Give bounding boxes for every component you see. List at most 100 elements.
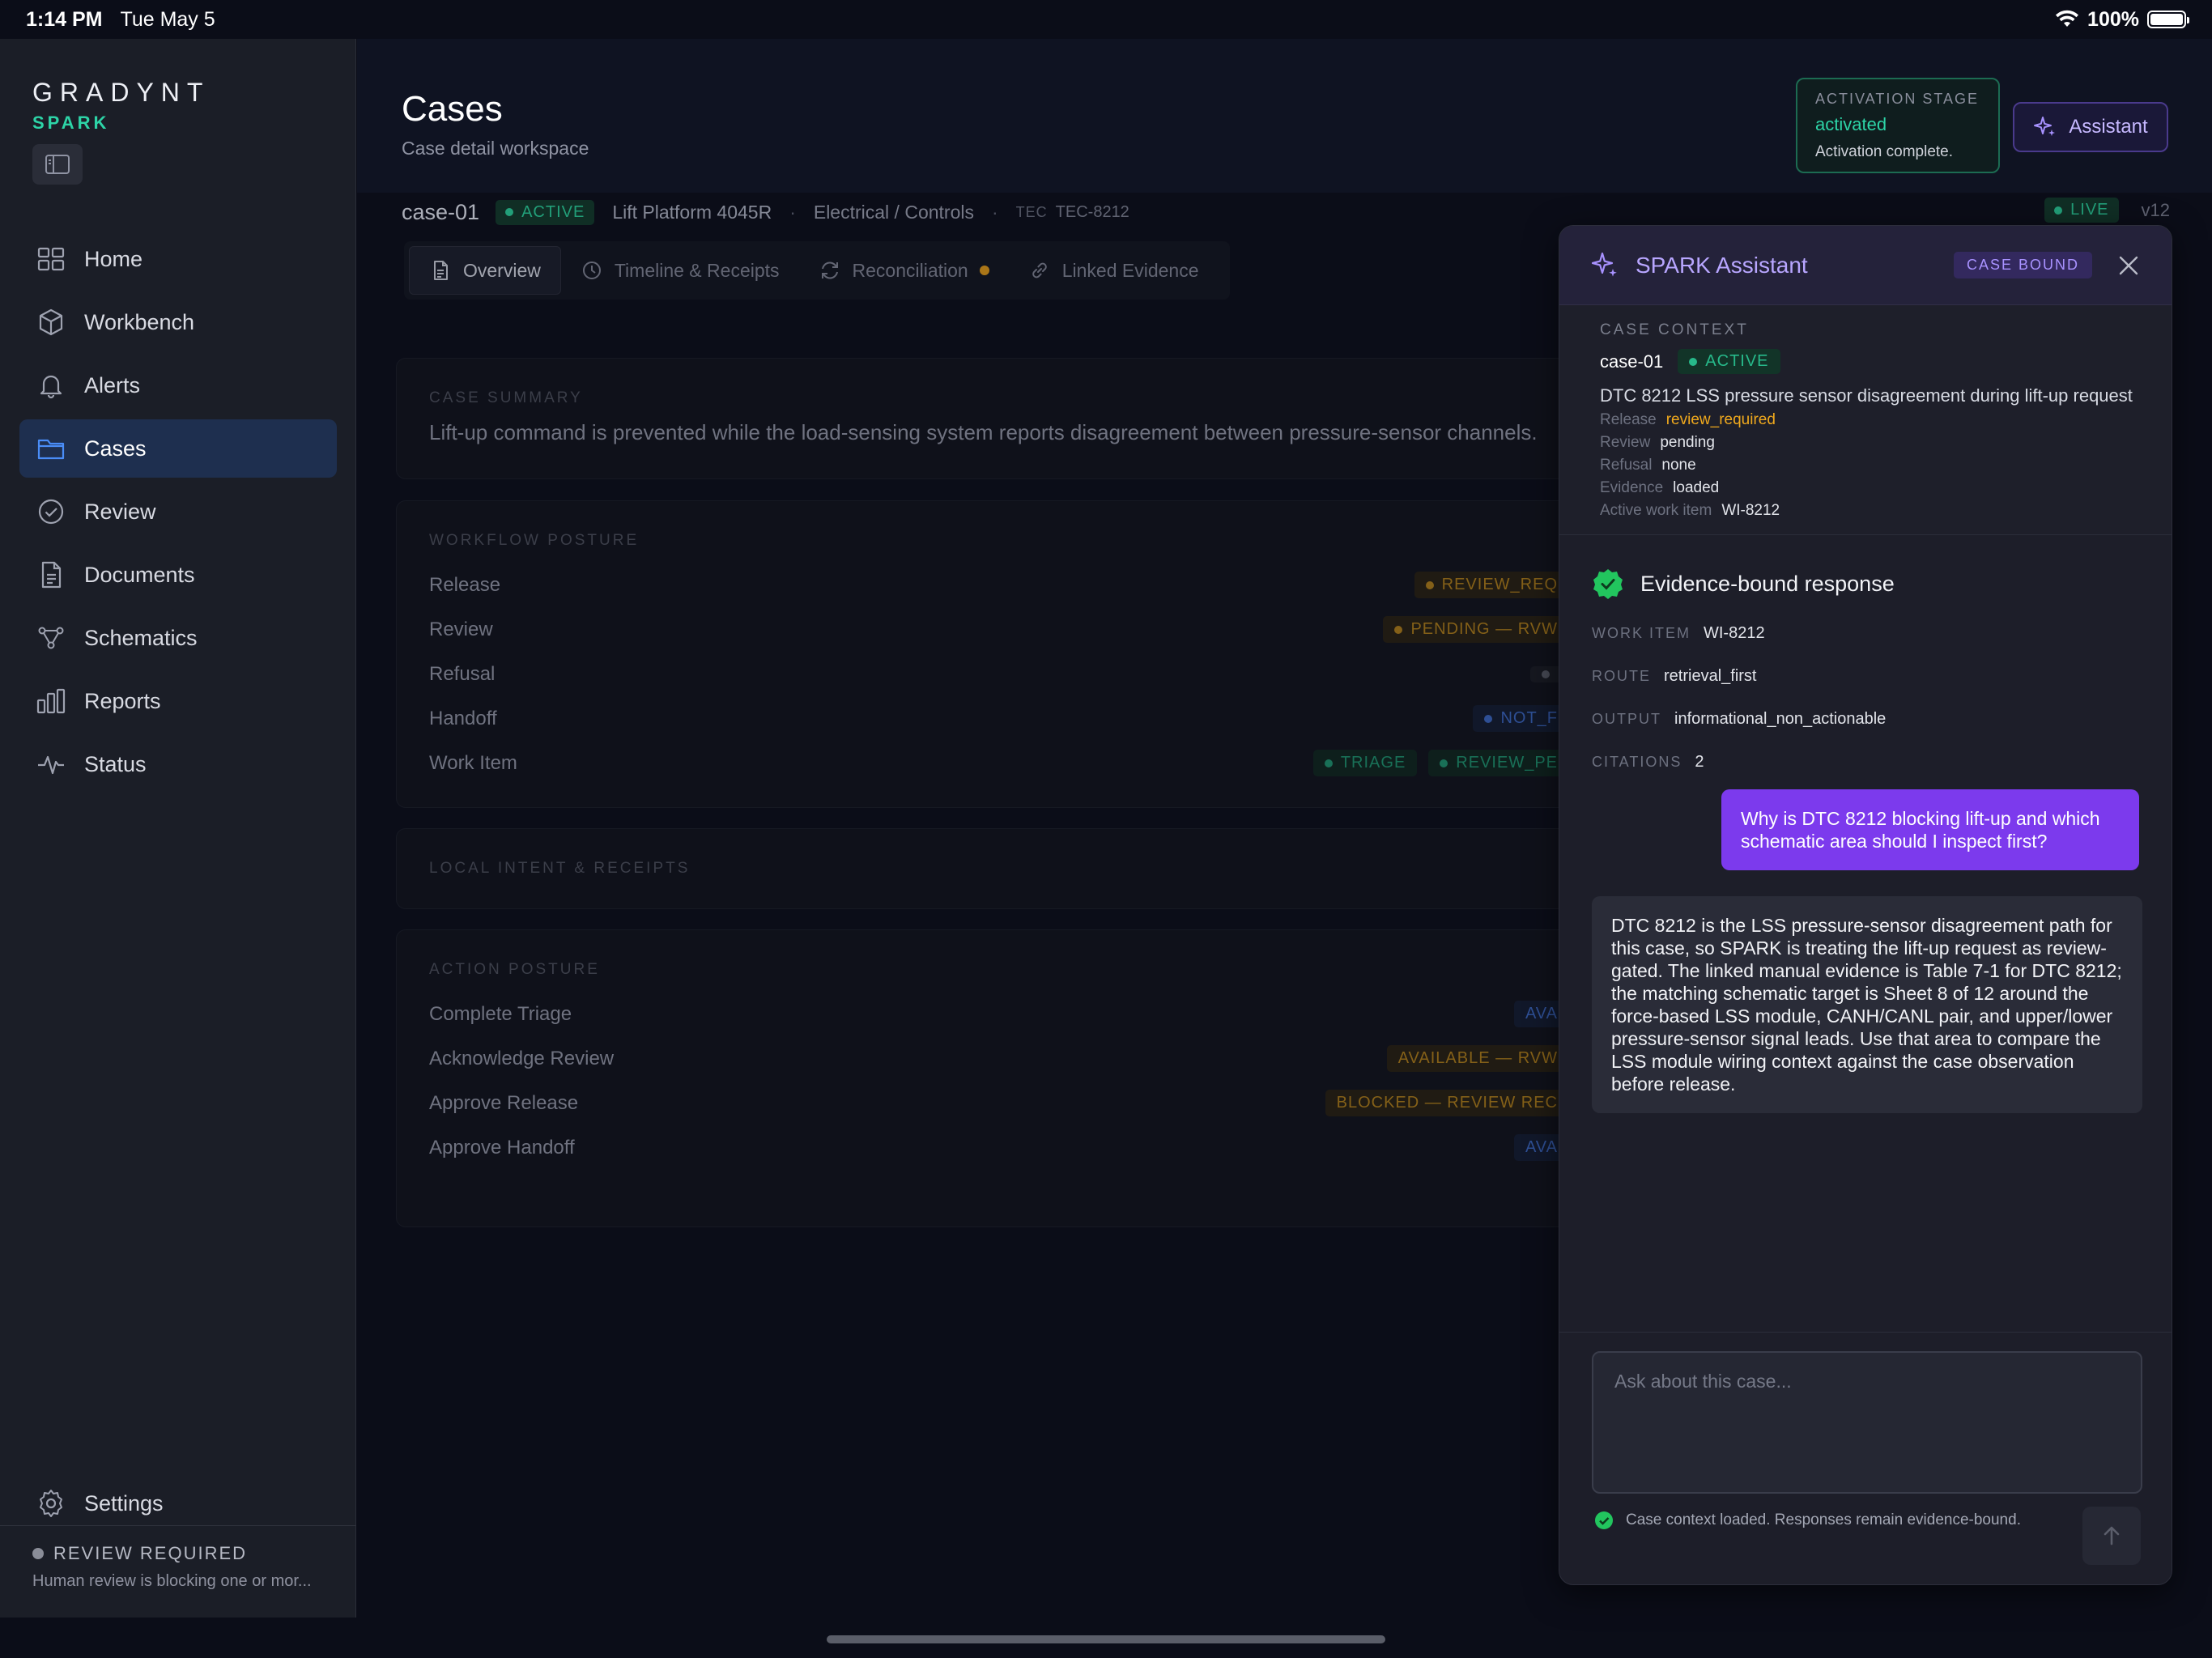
sidebar-item-reports[interactable]: Reports: [19, 672, 337, 730]
document-icon: [41, 561, 62, 589]
brand-product: SPARK: [32, 113, 110, 133]
field-value: review_required: [1665, 411, 1776, 428]
sidebar-item-workbench[interactable]: Workbench: [19, 293, 337, 351]
response-meta-citations: CITATIONS 2: [1592, 753, 2139, 772]
activation-value: activated: [1815, 114, 1887, 134]
sidebar-item-label: Status: [84, 751, 147, 776]
sidebar-nav: Home Workbench Alerts Cases Review Docum…: [19, 230, 337, 798]
attention-dot: [979, 266, 989, 275]
bar-chart-icon: [36, 688, 66, 714]
workflow-row-release: Release REVIEW_REQ: [429, 563, 1569, 607]
meta-key: CITATIONS: [1592, 754, 1682, 770]
context-case-id: case-01: [1600, 351, 1664, 372]
sidebar-item-alerts[interactable]: Alerts: [19, 356, 337, 414]
context-field-evidence: Evidence loaded: [1600, 479, 2131, 497]
meta-value: retrieval_first: [1664, 667, 1757, 685]
row-label: Complete Triage: [429, 1002, 572, 1025]
tab-reconciliation[interactable]: Reconciliation: [799, 246, 1009, 295]
activation-stage-card: ACTIVATION STAGE activated Activation co…: [1796, 78, 2000, 173]
triage-badge: TRIAGE: [1312, 750, 1418, 776]
workflow-row-handoff: Handoff NOT_F: [429, 696, 1569, 741]
status-date: Tue May 5: [120, 7, 215, 31]
sidebar-toggle-button[interactable]: [32, 144, 83, 185]
live-badge: LIVE: [2044, 198, 2119, 223]
sidebar-item-documents[interactable]: Documents: [19, 546, 337, 604]
badge-text: AVA: [1525, 1138, 1558, 1156]
send-button[interactable]: [2082, 1507, 2141, 1565]
battery-percent: 100%: [2087, 7, 2139, 31]
review-required-status[interactable]: REVIEW REQUIRED Human review is blocking…: [32, 1543, 332, 1591]
local-intent-card[interactable]: LOCAL INTENT & RECEIPTS: [396, 828, 1594, 909]
arrow-up-icon: [2104, 1526, 2120, 1545]
local-intent-caption: LOCAL INTENT & RECEIPTS: [429, 860, 691, 877]
home-indicator[interactable]: [827, 1635, 1385, 1643]
workflow-row-review: Review PENDING — RVW: [429, 607, 1569, 652]
badge-text: AVA: [1525, 1005, 1558, 1022]
brand-name: GRADYNT: [32, 78, 211, 107]
assistant-button[interactable]: Assistant: [2013, 102, 2168, 152]
response-meta-output: OUTPUT informational_non_actionable: [1592, 710, 2139, 729]
sidebar-item-schematics[interactable]: Schematics: [19, 609, 337, 667]
tab-label: Overview: [463, 259, 541, 281]
row-label: Approve Release: [429, 1091, 579, 1114]
sidebar-item-settings[interactable]: Settings: [36, 1488, 164, 1519]
row-label: Work Item: [429, 751, 517, 774]
sidebar-item-label: Workbench: [84, 309, 195, 334]
case-id: case-01: [402, 199, 480, 224]
case-asset: Lift Platform 4045R: [612, 201, 772, 223]
tab-label: Reconciliation: [852, 259, 968, 281]
bell-icon: [40, 375, 62, 399]
review-badge: PENDING — RVW: [1383, 616, 1569, 643]
case-context-caption: CASE CONTEXT: [1600, 321, 1749, 338]
case-status-badge: ACTIVE: [496, 199, 595, 225]
meta-key: OUTPUT: [1592, 711, 1661, 727]
close-icon[interactable]: [2116, 253, 2141, 278]
meta-key: WORK ITEM: [1592, 625, 1691, 641]
sparkle-icon: [2034, 117, 2056, 136]
sidebar-item-status[interactable]: Status: [19, 735, 337, 793]
document-icon: [434, 261, 448, 280]
page-subtitle: Case detail workspace: [402, 138, 589, 159]
tab-linked-evidence[interactable]: Linked Evidence: [1009, 246, 1219, 295]
context-loaded-note: Case context loaded. Responses remain ev…: [1593, 1510, 2021, 1531]
nodes-icon: [38, 627, 64, 649]
badge-text: AVAILABLE — RVW: [1397, 1049, 1558, 1067]
link-icon: [1032, 262, 1047, 278]
settings-label: Settings: [84, 1490, 164, 1516]
pulse-icon: [38, 755, 64, 775]
approve-release-badge: BLOCKED — REVIEW REC: [1325, 1090, 1569, 1116]
row-label: Review: [429, 618, 493, 640]
battery-icon: [2147, 11, 2189, 28]
separator-dot: ·: [789, 201, 796, 223]
wifi-icon: [2056, 10, 2079, 27]
brand-logo: GRADYNT SPARK: [32, 78, 210, 134]
sidebar-item-label: Documents: [84, 562, 195, 587]
sidebar-item-cases[interactable]: Cases: [19, 419, 337, 478]
case-summary-text: Lift-up command is prevented while the l…: [429, 420, 1538, 444]
tab-label: Linked Evidence: [1061, 259, 1199, 281]
live-indicator: LIVE v12: [2044, 198, 2170, 223]
tab-overview[interactable]: Overview: [409, 246, 561, 295]
context-field-review: Review pending: [1600, 434, 2131, 452]
sidebar-item-label: Cases: [84, 436, 147, 461]
activation-caption: ACTIVATION STAGE: [1815, 91, 1980, 107]
assistant-message: DTC 8212 is the LSS pressure-sensor disa…: [1592, 896, 2142, 1113]
cube-icon: [39, 308, 63, 336]
case-system: Electrical / Controls: [813, 201, 974, 223]
sidebar-item-home[interactable]: Home: [19, 230, 337, 288]
sidebar-item-review[interactable]: Review: [19, 483, 337, 541]
gear-icon: [40, 1490, 62, 1517]
row-label: Handoff: [429, 707, 497, 729]
sidebar-item-label: Schematics: [84, 625, 198, 650]
case-summary-card: CASE SUMMARY Lift-up command is prevente…: [396, 358, 1594, 479]
field-key: Review: [1600, 434, 1651, 451]
tab-timeline-receipts[interactable]: Timeline & Receipts: [561, 246, 799, 295]
meta-value: informational_non_actionable: [1674, 710, 1887, 728]
row-label: Release: [429, 573, 501, 596]
assistant-button-label: Assistant: [2069, 116, 2148, 138]
context-status-badge: ACTIVE: [1678, 349, 1780, 374]
field-key: Active work item: [1600, 502, 1712, 519]
chat-input[interactable]: [1593, 1353, 2141, 1492]
status-time: 1:14 PM: [26, 7, 103, 31]
context-field-refusal: Refusal none: [1600, 457, 2131, 474]
